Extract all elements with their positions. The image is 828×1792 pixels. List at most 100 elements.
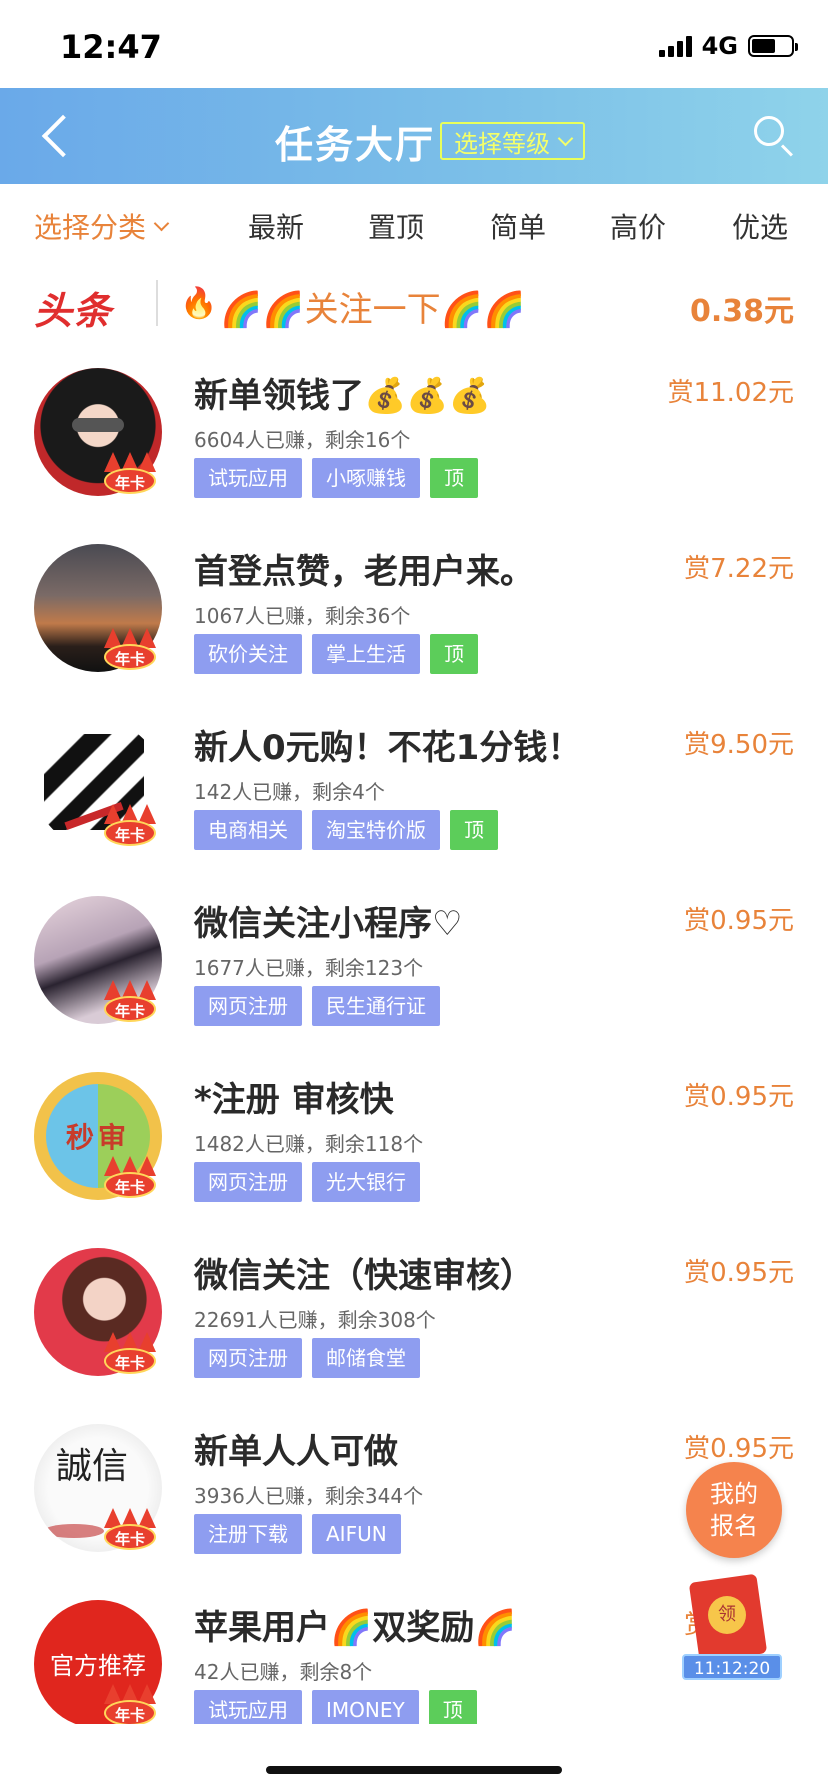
task-reward: 赏0.95元: [684, 1434, 794, 1464]
task-title: 新单人人可做: [194, 1432, 398, 1472]
task-tags: 网页注册 光大银行: [194, 1162, 420, 1202]
task-reward: 赏7.22元: [684, 554, 794, 584]
task-meta: 1677人已赚，剩余123个: [194, 956, 424, 980]
task-tags: 电商相关 淘宝特价版 顶: [194, 810, 498, 850]
status-time: 12:47: [60, 28, 162, 66]
annual-card-badge: 年卡: [100, 802, 160, 852]
red-packet-coin: 领: [708, 1596, 746, 1634]
task-tags: 砍价关注 掌上生活 顶: [194, 634, 478, 674]
task-tags: 网页注册 民生通行证: [194, 986, 440, 1026]
tab-featured[interactable]: 优选: [732, 206, 788, 246]
tab-simple[interactable]: 简单: [490, 206, 546, 246]
task-tag: 注册下载: [194, 1514, 302, 1554]
back-icon[interactable]: [28, 108, 84, 164]
search-icon[interactable]: [750, 112, 798, 160]
task-tag: 试玩应用: [194, 458, 302, 498]
task-tags: 网页注册 邮储食堂: [194, 1338, 420, 1378]
task-tag: 网页注册: [194, 1162, 302, 1202]
task-item[interactable]: 年卡 微信关注小程序♡ 赏0.95元 1677人已赚，剩余123个 网页注册 民…: [0, 874, 828, 1050]
task-tag: 掌上生活: [312, 634, 420, 674]
task-item[interactable]: 秒审 年卡 *注册 审核快 赏0.95元 1482人已赚，剩余118个 网页注册…: [0, 1050, 828, 1226]
task-title: *注册 审核快: [194, 1080, 394, 1120]
task-title: 微信关注（快速审核）: [194, 1256, 534, 1296]
my-signup-label-1: 我的: [710, 1480, 758, 1508]
task-tag: 邮储食堂: [312, 1338, 420, 1378]
task-title: 首登点赞，老用户来。: [194, 552, 534, 592]
task-tag: 光大银行: [312, 1162, 420, 1202]
task-reward: 赏0.95元: [684, 906, 794, 936]
task-item[interactable]: 年卡 新单领钱了💰💰💰 赏11.02元 6604人已赚，剩余16个 试玩应用 小…: [0, 346, 828, 522]
task-item[interactable]: 年卡 微信关注（快速审核） 赏0.95元 22691人已赚，剩余308个 网页注…: [0, 1226, 828, 1402]
chevron-down-icon: [557, 130, 574, 146]
task-reward: 赏0.95元: [684, 1258, 794, 1288]
task-tag: 网页注册: [194, 1338, 302, 1378]
task-tag: 淘宝特价版: [312, 810, 440, 850]
pinned-tag: 顶: [430, 634, 478, 674]
headline-divider: [156, 280, 158, 326]
task-tag: 电商相关: [194, 810, 302, 850]
headline-price: 0.38元: [689, 294, 794, 329]
level-select-label: 选择等级: [454, 129, 550, 158]
chevron-down-icon: [153, 215, 170, 231]
task-tags: 试玩应用 IMONEY 顶: [194, 1690, 477, 1724]
my-signup-button[interactable]: 我的 报名: [686, 1462, 782, 1558]
task-reward: 赏0.95元: [684, 1082, 794, 1112]
task-meta: 42人已赚，剩余8个: [194, 1660, 373, 1684]
avatar-text: 秒审: [65, 1121, 130, 1154]
task-title: 苹果用户🌈双奖励🌈: [194, 1608, 517, 1648]
task-title: 微信关注小程序♡: [194, 904, 463, 944]
task-tag: IMONEY: [312, 1690, 419, 1724]
task-tag: 网页注册: [194, 986, 302, 1026]
annual-card-badge: 年卡: [100, 1330, 160, 1380]
headline-text: 🌈🌈关注一下🌈🌈: [220, 290, 526, 330]
task-meta: 22691人已赚，剩余308个: [194, 1308, 436, 1332]
page-title: 任务大厅: [275, 123, 436, 167]
level-select[interactable]: 选择等级: [440, 122, 585, 160]
task-title: 新单领钱了💰💰💰: [194, 376, 492, 416]
tab-latest[interactable]: 最新: [248, 206, 304, 246]
task-tag: 试玩应用: [194, 1690, 302, 1724]
annual-card-badge: 年卡: [100, 978, 160, 1028]
task-tag: AIFUN: [312, 1514, 401, 1554]
annual-card-badge: 年卡: [100, 626, 160, 676]
tab-pinned[interactable]: 置顶: [368, 206, 424, 246]
app-header: 任务大厅 选择等级: [0, 88, 828, 184]
filter-bar: 选择分类 最新 置顶 简单 高价 优选: [0, 184, 828, 266]
category-filter-label: 选择分类: [34, 211, 147, 244]
task-meta: 1482人已赚，剩余118个: [194, 1132, 424, 1156]
home-indicator[interactable]: [266, 1766, 562, 1774]
pinned-tag: 顶: [450, 810, 498, 850]
red-packet-timer: 11:12:20: [682, 1654, 782, 1680]
task-meta: 3936人已赚，剩余344个: [194, 1484, 424, 1508]
avatar-text: 官方推荐: [50, 1652, 146, 1680]
my-signup-label-2: 报名: [710, 1512, 758, 1540]
battery-icon: [748, 35, 798, 57]
task-meta: 142人已赚，剩余4个: [194, 780, 385, 804]
status-bar: 12:47 4G: [0, 0, 828, 88]
tab-high-price[interactable]: 高价: [610, 206, 666, 246]
annual-card-badge: 年卡: [100, 1682, 160, 1724]
network-type: 4G: [701, 32, 738, 60]
avatar-text: 誠信: [56, 1446, 129, 1487]
task-tag: 小啄赚钱: [312, 458, 420, 498]
task-item[interactable]: 年卡 新人0元购！不花1分钱！ 赏9.50元 142人已赚，剩余4个 电商相关 …: [0, 698, 828, 874]
category-filter[interactable]: 选择分类: [34, 206, 170, 246]
task-tag: 砍价关注: [194, 634, 302, 674]
task-reward: 赏11.02元: [667, 378, 794, 408]
task-tags: 注册下载 AIFUN: [194, 1514, 401, 1554]
signal-icon: [658, 35, 692, 57]
red-packet-button[interactable]: 领 11:12:20: [676, 1573, 786, 1686]
annual-card-badge: 年卡: [100, 450, 160, 500]
pinned-tag: 顶: [428, 1690, 477, 1724]
headline-banner[interactable]: 头条 🔥 🌈🌈关注一下🌈🌈 0.38元: [0, 266, 828, 346]
pinned-tag: 顶: [430, 458, 478, 498]
task-item[interactable]: 年卡 首登点赞，老用户来。 赏7.22元 1067人已赚，剩余36个 砍价关注 …: [0, 522, 828, 698]
annual-card-badge: 年卡: [100, 1506, 160, 1556]
task-tags: 试玩应用 小啄赚钱 顶: [194, 458, 478, 498]
task-title: 新人0元购！不花1分钱！: [194, 728, 582, 768]
task-meta: 6604人已赚，剩余16个: [194, 428, 411, 452]
task-reward: 赏9.50元: [684, 730, 794, 760]
task-tag: 民生通行证: [312, 986, 440, 1026]
annual-card-badge: 年卡: [100, 1154, 160, 1204]
task-meta: 1067人已赚，剩余36个: [194, 604, 411, 628]
